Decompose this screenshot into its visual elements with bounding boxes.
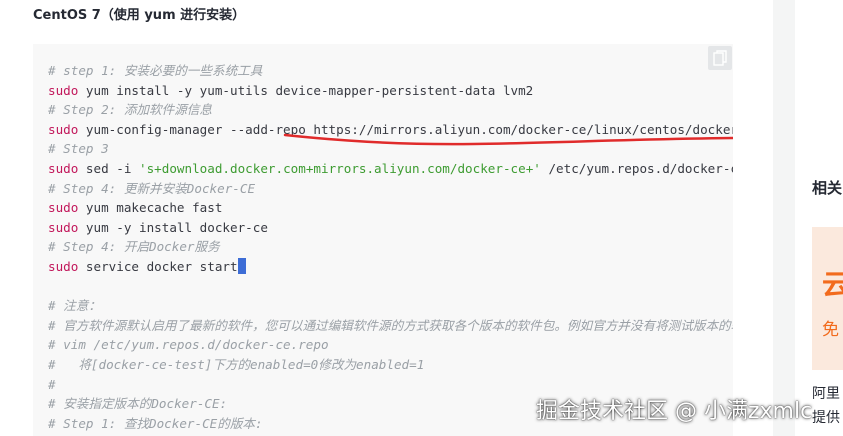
code-line: sudo yum install -y yum-utils device-map… xyxy=(48,81,733,101)
code-block[interactable]: # step 1: 安装必要的一些系统工具 sudo yum install -y… xyxy=(33,44,733,436)
code-line: # step 1: 安装必要的一些系统工具 xyxy=(48,61,733,81)
code-comment: # Step 4: 开启Docker服务 xyxy=(48,239,220,255)
code-content[interactable]: # step 1: 安装必要的一些系统工具 sudo yum install -y… xyxy=(48,61,733,433)
related-link-text[interactable]: 阿里 xyxy=(812,383,840,403)
code-line: # Step 4: 更新并安装Docker-CE xyxy=(48,179,733,199)
code-comment: # Step 1: 查找Docker-CE的版本: xyxy=(48,415,263,431)
code-line: # 将[docker-ce-test]下方的enabled=0修改为enable… xyxy=(48,355,733,375)
code-keyword: sudo xyxy=(48,82,79,98)
code-comment: # step 1: 安装必要的一些系统工具 xyxy=(48,63,263,78)
code-comment: # Step 3 xyxy=(48,141,109,157)
code-comment: # Step 4: 更新并安装Docker-CE xyxy=(48,180,256,196)
code-line: sudo sed -i 's+download.docker.com+mirro… xyxy=(48,159,733,179)
code-line: # Step 4: 开启Docker服务 xyxy=(48,237,733,257)
code-comment: # 官方软件源默认启用了最新的软件，您可以通过编辑软件源的方式获取各个版本的软件… xyxy=(48,317,733,333)
code-line: # 注意： xyxy=(48,296,733,316)
code-comment: # vim /etc/yum.repos.d/docker-ce.repo xyxy=(48,337,329,353)
code-text: yum -y install docker-ce xyxy=(78,219,268,235)
code-line: # Step 2: 添加软件源信息 xyxy=(48,100,733,120)
code-keyword: sudo xyxy=(48,258,79,274)
code-comment: # 注意： xyxy=(48,298,101,314)
code-keyword: sudo xyxy=(48,219,79,235)
code-keyword: sudo xyxy=(48,121,79,137)
code-comment: # Step 2: 添加软件源信息 xyxy=(48,102,212,118)
code-text: yum install -y yum-utils device-mapper-p… xyxy=(78,82,534,98)
code-text: yum makecache fast xyxy=(78,200,223,216)
section-heading: CentOS 7（使用 yum 进行安装） xyxy=(33,8,246,23)
code-line: # 官方软件源默认启用了最新的软件，您可以通过编辑软件源的方式获取各个版本的软件… xyxy=(48,316,733,336)
code-keyword: sudo xyxy=(48,160,79,176)
code-line: sudo yum makecache fast xyxy=(48,198,733,218)
text-cursor xyxy=(237,257,246,274)
code-line: sudo service docker start xyxy=(48,257,733,277)
code-text: sed -i xyxy=(78,160,140,176)
code-text: /etc/yum.repos.d/docker-ce.repo xyxy=(548,160,733,176)
code-string: 's+download.docker.com+mirrors.aliyun.co… xyxy=(139,160,541,176)
related-title: 相关 xyxy=(812,179,843,197)
code-line: # xyxy=(48,375,733,395)
right-sidebar: 相关 云 免 阿里 提供 xyxy=(795,0,843,436)
code-keyword: sudo xyxy=(48,200,79,216)
code-line: sudo yum -y install docker-ce xyxy=(48,218,733,238)
promo-banner[interactable]: 云 免 xyxy=(812,227,843,370)
code-comment: # xyxy=(48,376,56,392)
code-text: yum-config-manager --add-repo https://mi… xyxy=(78,121,733,137)
code-line: # Step 3 xyxy=(48,139,733,159)
code-comment: # 安装指定版本的Docker-CE: xyxy=(48,396,228,412)
related-link-subtext: 提供 xyxy=(812,410,840,426)
watermark: 掘金技术社区 @ 小满zxmlc xyxy=(536,399,813,424)
code-line: # vim /etc/yum.repos.d/docker-ce.repo xyxy=(48,335,733,355)
banner-char: 云 xyxy=(822,268,843,301)
code-line: sudo yum-config-manager --add-repo https… xyxy=(48,120,733,140)
code-comment: # 将[docker-ce-test]下方的enabled=0修改为enable… xyxy=(48,356,425,372)
article-panel: CentOS 7（使用 yum 进行安装） # step 1: 安装必要的一些系… xyxy=(0,0,773,436)
code-text: service docker start xyxy=(78,258,238,274)
banner-sub: 免 xyxy=(822,320,839,340)
